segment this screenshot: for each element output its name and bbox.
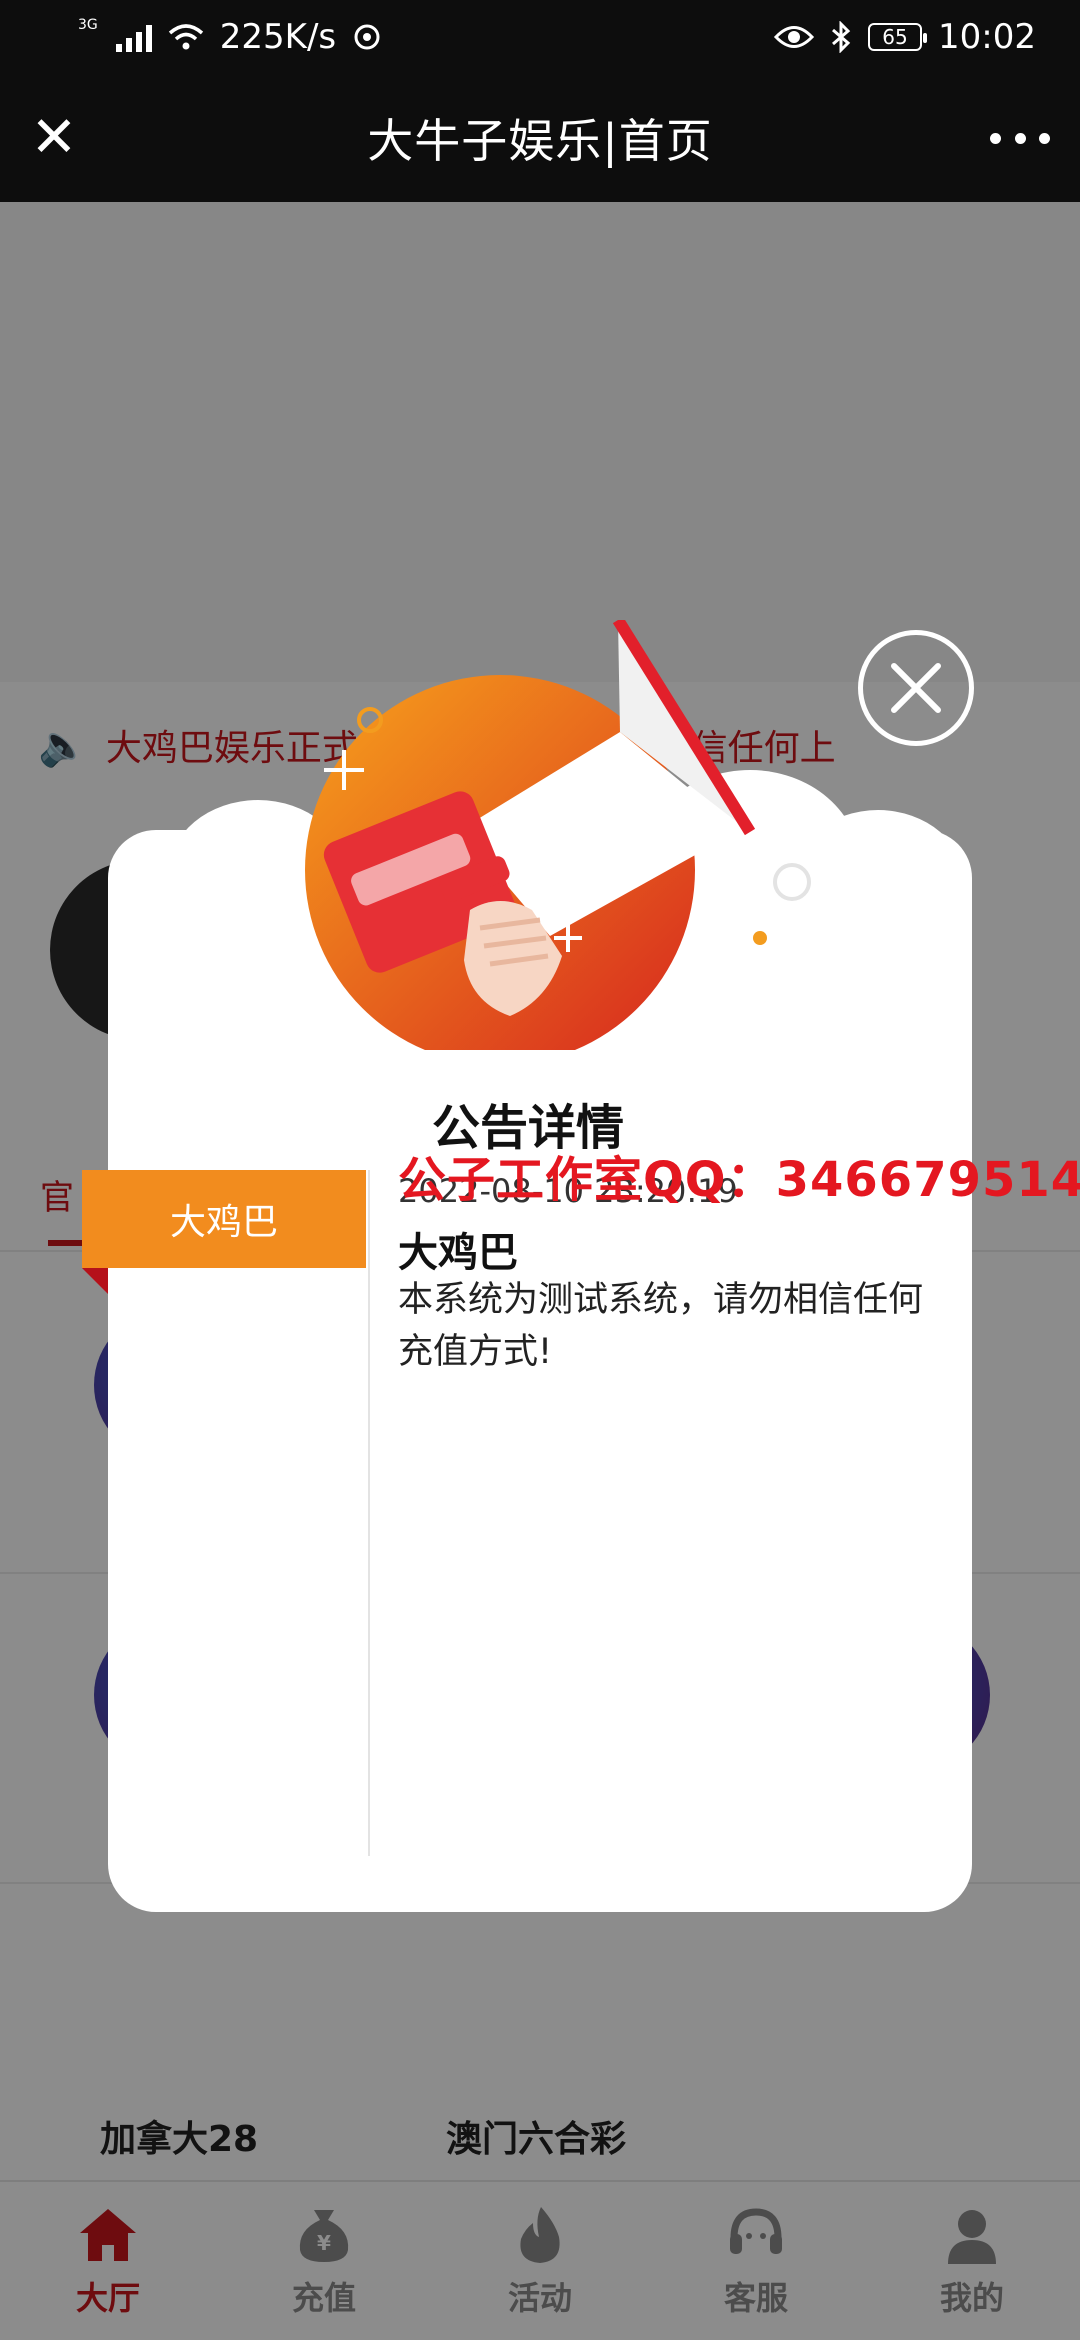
hotspot-icon: [354, 24, 380, 50]
status-right: 65 10:02: [774, 17, 1036, 57]
notice-body: 本系统为测试系统，请勿相信任何充值方式!: [398, 1280, 924, 1372]
signal-icon: [115, 22, 152, 52]
bluetooth-icon: [832, 21, 851, 53]
network-speed: 225K/s: [219, 17, 337, 57]
close-icon: [891, 663, 941, 713]
watermark-text: 公子工作室QQ：3466795141: [398, 1152, 1080, 1208]
page-title: 大牛子娱乐|首页: [367, 114, 713, 168]
eye-icon: [774, 26, 815, 48]
network-type: 3G: [78, 17, 98, 33]
status-left: 3G 225K/s: [78, 17, 382, 57]
close-icon[interactable]: ✕: [30, 108, 78, 168]
dialog-close-button[interactable]: [858, 630, 974, 746]
notice-heading: 大鸡巴: [398, 1230, 518, 1276]
clock: 10:02: [938, 17, 1036, 57]
status-bar: 3G 225K/s 65 10:02: [0, 0, 1080, 74]
dialog-divider: [368, 1170, 370, 1856]
wifi-icon: [168, 24, 203, 50]
title-bar: ✕ 大牛子娱乐|首页: [0, 74, 1080, 202]
notice-tab[interactable]: 大鸡巴: [82, 1170, 366, 1268]
megaphone-illustration: [305, 620, 811, 1050]
battery-icon: 65: [868, 23, 928, 51]
more-icon[interactable]: [990, 118, 1050, 158]
tab-fold-decoration: [82, 1268, 108, 1294]
